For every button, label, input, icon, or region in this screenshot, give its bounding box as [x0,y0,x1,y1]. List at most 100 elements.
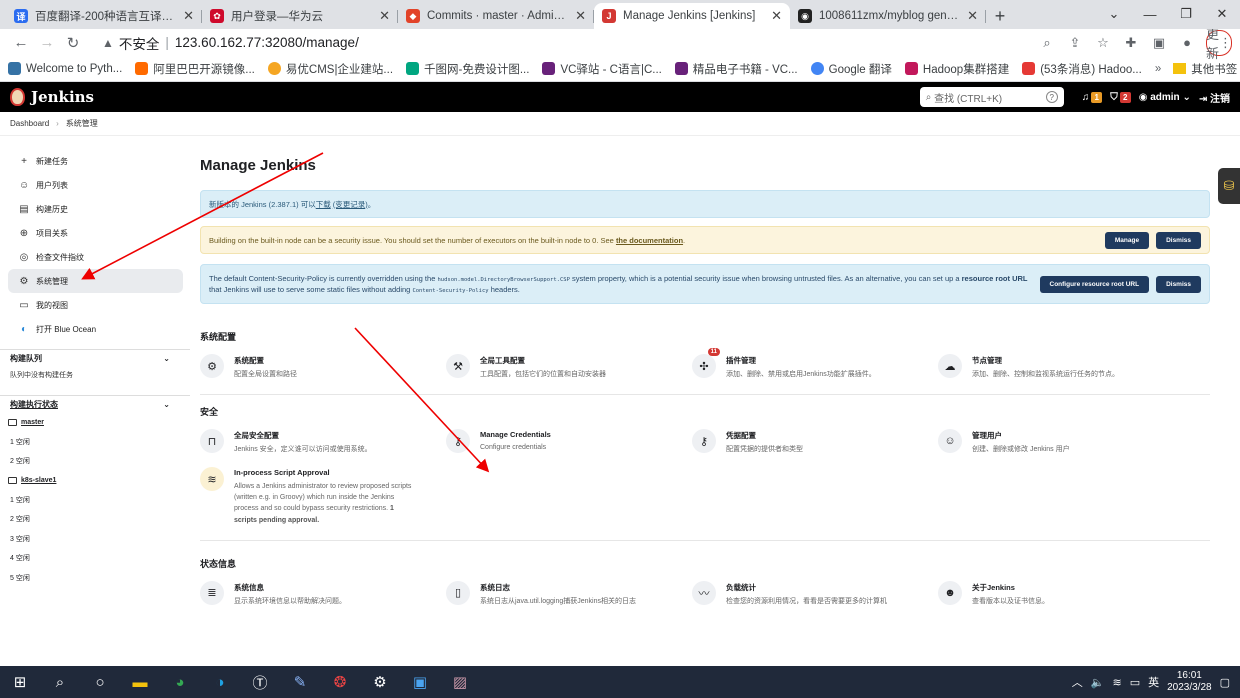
extensions-icon[interactable]: ✚ [1118,30,1144,56]
sidebar-item-fingerprint[interactable]: ◎ 检查文件指纹 [0,245,182,269]
new-tab-button[interactable]: + [986,3,1014,29]
tab-title: 用户登录—华为云 [231,11,323,23]
configure-resource-root-button[interactable]: Configure resource root URL [1039,275,1150,293]
app-icon[interactable]: ❂ [320,666,360,698]
card-manage-users[interactable]: ☺ 管理用户 创建、删除或修改 Jenkins 用户 [938,421,1168,463]
bookmark-item[interactable]: Welcome to Pyth... [8,62,122,75]
dismiss-button[interactable]: Dismiss [1156,231,1201,249]
browser-tab-active[interactable]: J Manage Jenkins [Jenkins] ✕ [594,3,790,29]
update-button[interactable]: 更新 ⋮ [1206,27,1232,61]
minimize-icon[interactable]: — [1132,0,1168,28]
other-bookmarks[interactable]: » 其他书签 [1155,61,1237,77]
card-credential-config[interactable]: ⚷ 凭据配置 配置凭据的提供者和类型 [692,421,938,463]
reload-icon[interactable]: ↻ [60,30,86,56]
share-icon[interactable]: ⇪ [1062,30,1088,56]
sidepanel-icon[interactable]: ▣ [1146,30,1172,56]
tab-search-icon[interactable]: ⌄ [1096,0,1132,28]
close-window-icon[interactable]: ✕ [1204,0,1240,28]
sidebar-item-new-job[interactable]: + 新建任务 [0,149,182,173]
cortana-icon[interactable]: ○ [80,666,120,698]
tray-chevron-icon[interactable]: ︿ [1072,674,1083,690]
profile-icon[interactable]: ● [1174,30,1200,56]
side-extension-icon[interactable]: ⛁ [1218,168,1240,204]
chrome-icon[interactable]: ◕ [160,666,200,698]
card-load-statistics[interactable]: 〰负载统计 检查您的资源利用情况，看看是否需要更多的计算机 [692,573,938,615]
card-about-jenkins[interactable]: ☻ 关于Jenkins 查看版本以及证书信息。 [938,573,1168,615]
search-input[interactable]: ⌕ 查找 (CTRL+K)? [919,87,1064,107]
changelog-link[interactable]: (变更记录) [333,199,368,210]
back-icon[interactable]: ← [8,30,34,56]
close-icon[interactable]: ✕ [183,8,194,24]
documentation-link[interactable]: the documentation [616,236,683,245]
card-plugin-manager[interactable]: ✣ 11 插件管理 添加、删除、禁用或启用Jenkins功能扩展插件。 [692,346,938,388]
card-node-manager[interactable]: ☁ 节点管理 添加、删除、控制和监视系统运行任务的节点。 [938,346,1168,388]
edge-icon[interactable]: ◑ [200,666,240,698]
breadcrumb-manage[interactable]: 系统管理 [66,118,98,129]
executors-header[interactable]: 构建执行状态 ⌄ [0,395,190,413]
typora-icon[interactable]: Ⓣ [240,666,280,698]
browser-tab[interactable]: ◆ Commits · master · Administrat ✕ [398,3,594,29]
close-icon[interactable]: ✕ [379,8,390,24]
file-explorer-icon[interactable]: ▬ [120,666,160,698]
terminal-icon[interactable]: ▨ [440,666,480,698]
security-button[interactable]: ⛉ 2 [1110,91,1131,103]
logout-button[interactable]: ⇥ 注销 [1199,90,1230,105]
restore-icon[interactable]: ❐ [1168,0,1204,28]
notification-center-icon[interactable]: ▢ [1220,676,1230,689]
close-icon[interactable]: ✕ [771,8,782,24]
volume-icon[interactable]: 🔈 [1091,676,1105,689]
download-link[interactable]: 下载 [316,199,331,210]
browser-tab[interactable]: ✿ 用户登录—华为云 ✕ [202,3,398,29]
card-system-info[interactable]: ≣ 系统信息 显示系统环境信息以帮助解决问题。 [200,573,446,615]
bookmark-item[interactable]: 精品电子书籍 - VC... [674,61,798,77]
resource-root-url-link[interactable]: resource root URL [962,274,1028,283]
help-icon[interactable]: ? [1045,91,1058,103]
close-icon[interactable]: ✕ [575,8,586,24]
dismiss-button[interactable]: Dismiss [1156,275,1201,293]
node-master[interactable]: master [0,413,190,432]
manage-button[interactable]: Manage [1104,231,1150,249]
clock[interactable]: 16:01 2023/3/28 [1167,670,1212,695]
star-icon[interactable]: ☆ [1090,30,1116,56]
url-field[interactable]: ▲ 不安全 | 123.60.162.77:32080/manage/ [92,31,1028,55]
bookmark-item[interactable]: VC驿站 - C语言|C... [542,61,662,77]
bookmark-item[interactable]: Hadoop集群搭建 [904,61,1009,77]
sidebar-item-project-relation[interactable]: ⊕ 项目关系 [0,221,182,245]
notifications-button[interactable]: ♫ 1 [1082,91,1103,103]
forward-icon[interactable]: → [34,30,60,56]
jenkins-logo[interactable]: Jenkins [10,88,94,106]
settings-icon[interactable]: ⚙ [360,666,400,698]
card-configure-system[interactable]: ⚙ 系统配置 配置全局设置和路径 [200,346,446,388]
user-menu[interactable]: ◉ admin ⌄ [1139,92,1191,103]
card-system-log[interactable]: ▯ 系统日志 系统日志从java.util.logging捕获Jenkins相关的日… [446,573,692,615]
card-global-security[interactable]: ⊓ 全局安全配置 Jenkins 安全，定义谁可以访问或使用系统。 [200,421,446,463]
search-icon[interactable]: ⌕ [40,666,80,698]
vmware-icon[interactable]: ▣ [400,666,440,698]
sidebar-item-my-views[interactable]: ▭ 我的视图 [0,293,182,317]
build-queue-header[interactable]: 构建队列 ⌄ [0,349,190,367]
node-k8s-slave1[interactable]: k8s-slave1 [0,471,190,490]
sidebar-item-build-history[interactable]: ▤ 构建历史 [0,197,182,221]
bookmark-item[interactable]: 千图网-免费设计图... [406,61,529,77]
network-icon[interactable]: ≋ [1112,676,1121,689]
browser-tab[interactable]: ◉ 1008611zmx/myblog general ✕ [790,3,986,29]
sidebar-item-blue-ocean[interactable]: ◐ 打开 Blue Ocean [0,317,182,341]
ime-indicator[interactable]: 英 [1148,674,1159,690]
sidebar-item-people[interactable]: ☺ 用户列表 [0,173,182,197]
card-global-tools[interactable]: ⚒ 全局工具配置 工具配置，包括它们的位置和自动安装器 [446,346,692,388]
card-manage-credentials[interactable]: ⚷ Manage Credentials Configure credentials [446,421,692,463]
bookmark-item[interactable]: 易优CMS|企业建站... [267,61,393,77]
breadcrumb-dashboard[interactable]: Dashboard [10,119,49,128]
bookmark-item[interactable]: 阿里巴巴开源镜像... [135,61,255,77]
bookmark-item[interactable]: (53条消息) Hadoo... [1022,61,1142,77]
browser-tab[interactable]: 译百度翻译-200种语言互译、沟通 ✕ [6,3,202,29]
bookmark-item[interactable]: Google 翻译 [810,61,892,77]
zoom-icon[interactable]: ⌕ [1034,30,1060,56]
keyboard-icon[interactable]: ▭ [1130,676,1140,689]
notes-icon[interactable]: ✎ [280,666,320,698]
card-script-approval[interactable]: ≋ In-process Script Approval Allows a Jenk… [200,463,446,534]
close-icon[interactable]: ✕ [967,8,978,24]
overflow-chevron-icon[interactable]: » [1155,63,1161,75]
sidebar-item-manage[interactable]: ⚙ 系统管理 [8,269,183,293]
windows-start-icon[interactable]: ⊞ [0,666,40,698]
